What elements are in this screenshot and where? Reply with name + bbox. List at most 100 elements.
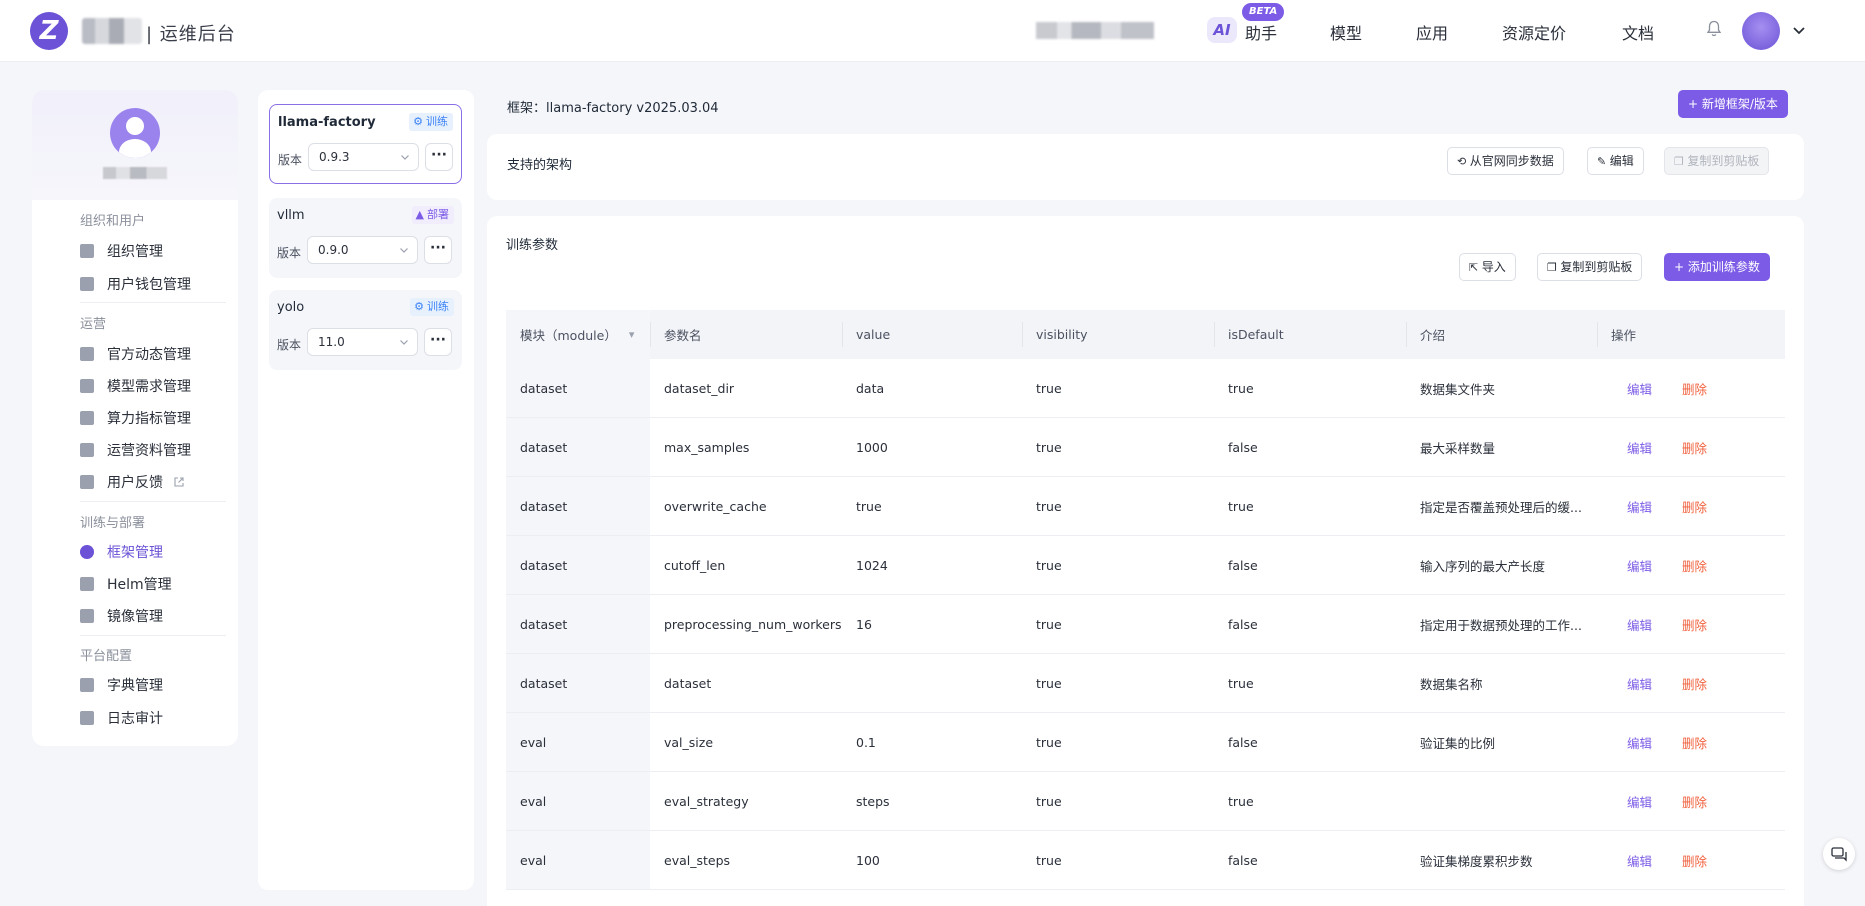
- add-param-button[interactable]: + 添加训练参数: [1664, 253, 1770, 281]
- table-cell: dataset: [506, 477, 650, 535]
- user-avatar[interactable]: [1742, 12, 1780, 50]
- framework-icon: [80, 545, 94, 559]
- delete-row-link[interactable]: 删除: [1682, 851, 1707, 870]
- edit-row-link[interactable]: 编辑: [1627, 379, 1652, 398]
- app-title: | 运维后台: [146, 24, 236, 45]
- nav-docs[interactable]: 文档: [1622, 20, 1654, 44]
- table-row: eval val_size 0.1 true false 验证集的比例 编辑 删除: [506, 713, 1785, 772]
- column-header: 操作: [1597, 310, 1785, 359]
- version-select[interactable]: 0.9.0: [307, 236, 418, 264]
- edit-row-link[interactable]: 编辑: [1627, 674, 1652, 693]
- sidebar-item[interactable]: 日志审计: [80, 706, 230, 730]
- sidebar-item[interactable]: 算力指标管理: [80, 406, 230, 430]
- version-select[interactable]: 0.9.3: [308, 143, 419, 171]
- sidebar-item[interactable]: 模型需求管理: [80, 374, 230, 398]
- delete-row-link[interactable]: 删除: [1682, 438, 1707, 457]
- table-cell: cutoff_len: [664, 557, 726, 573]
- nav-models[interactable]: 模型: [1330, 20, 1362, 44]
- version-label: 版本: [277, 338, 302, 352]
- sidebar-item[interactable]: 用户反馈: [80, 470, 230, 494]
- column-divider: [650, 322, 651, 347]
- bell-icon[interactable]: [1706, 20, 1722, 38]
- helm-icon: [80, 577, 94, 591]
- sidebar-item[interactable]: 字典管理: [80, 673, 230, 697]
- table-cell: dataset: [506, 536, 650, 594]
- sidebar-group-title: 组织和用户: [80, 214, 146, 229]
- framework-card[interactable]: llama-factory ⚙ 训练 版本 0.9.3 ···: [269, 104, 462, 184]
- table-cell: true: [1228, 380, 1254, 396]
- framework-name: vllm: [277, 208, 305, 223]
- chat-support-button[interactable]: [1823, 838, 1855, 870]
- more-options-button[interactable]: ···: [424, 328, 452, 356]
- column-divider: [842, 322, 843, 347]
- sidebar-item-label: 用户反馈: [107, 475, 163, 491]
- column-divider: [1597, 322, 1598, 347]
- version-value: 0.9.3: [319, 150, 350, 164]
- copy-icon: ❐: [1547, 261, 1561, 274]
- delete-row-link[interactable]: 删除: [1682, 792, 1707, 811]
- edit-row-link[interactable]: 编辑: [1627, 556, 1652, 575]
- table-cell: steps: [856, 793, 890, 809]
- column-header-label: value: [856, 327, 891, 342]
- sidebar-item[interactable]: 组织管理: [80, 239, 230, 263]
- copy-arch-button[interactable]: ❐ 复制到剪贴板: [1664, 147, 1770, 175]
- profile-avatar[interactable]: [110, 108, 160, 158]
- edit-row-link[interactable]: 编辑: [1627, 615, 1652, 634]
- delete-row-link[interactable]: 删除: [1682, 733, 1707, 752]
- profile-header: [32, 90, 238, 200]
- logo-icon[interactable]: Z: [30, 12, 68, 50]
- sidebar-item[interactable]: 框架管理: [80, 540, 230, 564]
- ai-assistant-icon[interactable]: AI: [1207, 17, 1237, 43]
- column-header: value: [842, 310, 1022, 359]
- framework-title: 框架：llama-factory v2025.03.04: [507, 101, 719, 116]
- sync-button[interactable]: ⟲ 从官网同步数据: [1447, 147, 1564, 175]
- table-row: dataset preprocessing_num_workers 16 true fa…: [506, 595, 1785, 654]
- sidebar-item-label: 模型需求管理: [107, 379, 191, 395]
- delete-row-link[interactable]: 删除: [1682, 497, 1707, 516]
- version-select[interactable]: 11.0: [307, 328, 418, 356]
- edit-row-link[interactable]: 编辑: [1627, 438, 1652, 457]
- nav-item-redacted[interactable]: [1036, 22, 1154, 39]
- delete-row-link[interactable]: 删除: [1682, 674, 1707, 693]
- sidebar-item[interactable]: 官方动态管理: [80, 342, 230, 366]
- nav-apps[interactable]: 应用: [1416, 20, 1448, 44]
- edit-arch-button[interactable]: ✎ 编辑: [1587, 147, 1644, 175]
- row-actions: 编辑 删除: [1597, 831, 1785, 889]
- sidebar-item[interactable]: 运营资料管理: [80, 438, 230, 462]
- delete-row-link[interactable]: 删除: [1682, 379, 1707, 398]
- sidebar-item[interactable]: Helm管理: [80, 572, 230, 596]
- book-icon: [80, 443, 94, 457]
- delete-row-link[interactable]: 删除: [1682, 556, 1707, 575]
- chevron-down-icon[interactable]: [1791, 22, 1807, 38]
- nav-pricing[interactable]: 资源定价: [1502, 20, 1566, 44]
- framework-card[interactable]: yolo ⚙ 训练 版本 11.0 ···: [269, 290, 462, 370]
- edit-row-link[interactable]: 编辑: [1627, 792, 1652, 811]
- copy-params-button[interactable]: ❐ 复制到剪贴板: [1537, 253, 1643, 281]
- edit-icon: ✎: [1597, 155, 1610, 168]
- table-cell: preprocessing_num_workers: [664, 616, 842, 632]
- table-cell: [1406, 772, 1597, 830]
- import-button[interactable]: ⇱ 导入: [1459, 253, 1516, 281]
- column-header[interactable]: 模块（module） ▾: [506, 310, 650, 359]
- table-row: dataset max_samples 1000 true false 最大采样数量 编辑 删…: [506, 418, 1785, 477]
- add-framework-button[interactable]: + 新增框架/版本: [1678, 90, 1788, 118]
- delete-row-link[interactable]: 删除: [1682, 615, 1707, 634]
- sidebar-item[interactable]: 用户钱包管理: [80, 272, 230, 296]
- edit-row-link[interactable]: 编辑: [1627, 497, 1652, 516]
- framework-tag: ⚙ 训练: [410, 298, 454, 316]
- chevron-down-icon: [401, 155, 409, 160]
- column-header-label: 介绍: [1420, 328, 1446, 343]
- edit-row-link[interactable]: 编辑: [1627, 851, 1652, 870]
- sidebar-item[interactable]: 镜像管理: [80, 604, 230, 628]
- top-navbar: Z | 运维后台 AI BETA 助手 模型 应用 资源定价 文档: [0, 0, 1865, 62]
- more-options-button[interactable]: ···: [425, 143, 453, 171]
- framework-name: llama-factory: [278, 115, 376, 130]
- table-cell: true: [1036, 616, 1062, 632]
- table-cell: 1000: [856, 439, 888, 455]
- edit-row-link[interactable]: 编辑: [1627, 733, 1652, 752]
- nav-assistant[interactable]: 助手: [1245, 20, 1277, 44]
- table-cell: 最大采样数量: [1420, 440, 1496, 456]
- filter-dropdown-icon[interactable]: ▾: [629, 328, 635, 341]
- more-options-button[interactable]: ···: [424, 236, 452, 264]
- framework-card[interactable]: vllm ▲ 部署 版本 0.9.0 ···: [269, 198, 462, 278]
